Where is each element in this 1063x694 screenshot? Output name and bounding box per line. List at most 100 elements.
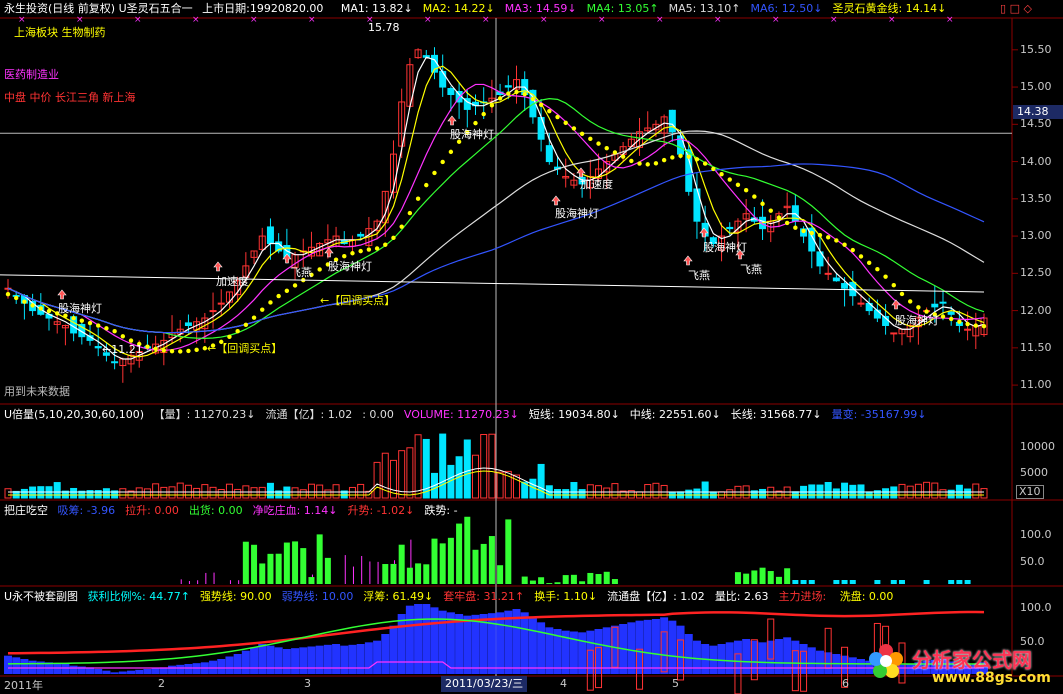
- golden-line-dot: [776, 215, 782, 220]
- volume-bar: [283, 486, 291, 499]
- profit-bar: [397, 614, 406, 674]
- ma-value-1: MA2: 14.22↓: [422, 2, 495, 15]
- candle-body: [947, 311, 955, 315]
- volume-bar: [406, 447, 414, 499]
- candle-body: [439, 70, 447, 88]
- control-bar: [292, 541, 299, 584]
- profit-bar: [364, 642, 373, 674]
- listing-date: 19920820.00: [249, 2, 324, 15]
- x-axis-label: 2011年: [4, 679, 43, 692]
- window-controls[interactable]: ▯ □ ◇: [1000, 2, 1032, 15]
- control-bar: [423, 564, 430, 584]
- ma-value-5: MA6: 12.50↓: [750, 2, 823, 15]
- watermark-name: 分析家公式网: [912, 648, 1032, 672]
- volume-bar: [373, 461, 381, 499]
- mini-chart-icon[interactable]: ▯: [1000, 2, 1006, 15]
- control-bar: [267, 553, 274, 584]
- candle-body: [857, 302, 865, 305]
- control-bar: [546, 583, 553, 584]
- sector-tag-1: 上海板块 生物制药: [14, 26, 106, 39]
- control-panel-values: 吸筹: -3.96 拉升: 0.00 出货: 0.00 净吃庄血: 1.14↓ 升势: …: [58, 504, 468, 517]
- control-bar: [751, 570, 758, 584]
- volume-value-7: 量变: -35167.99↓: [831, 408, 927, 421]
- candle-body: [357, 233, 365, 237]
- candle-body: [832, 277, 840, 282]
- candle-body: [939, 301, 947, 304]
- sector-tag-3: 中盘 中价 长江三角 新上海: [4, 91, 136, 104]
- profit-bar: [307, 646, 316, 674]
- volume-bar: [439, 433, 447, 499]
- control-bar: [538, 577, 545, 584]
- ma-value-0: MA1: 13.82↓: [340, 2, 413, 15]
- volume-bar: [578, 489, 586, 499]
- control-value-4: 升势: -1.02↓: [347, 504, 415, 517]
- golden-line-dot: [407, 210, 413, 216]
- golden-line-dot: [620, 154, 626, 159]
- signal-label: 股海神灯: [895, 314, 939, 327]
- sub-value-8: 主力进场:: [778, 590, 830, 603]
- golden-line-dot: [178, 349, 183, 354]
- volume-bar: [225, 483, 233, 499]
- golden-line-dot: [743, 187, 749, 193]
- candle-body: [668, 109, 676, 133]
- golden-line-dot: [940, 314, 946, 319]
- volume-bar: [701, 481, 709, 499]
- volume-bar: [857, 484, 865, 499]
- golden-line-dot: [87, 320, 93, 326]
- sub-panel-title: U永不被套副图: [4, 590, 79, 603]
- control-bar: [792, 580, 799, 584]
- candle-body: [447, 88, 455, 96]
- profit-bar: [225, 656, 234, 674]
- volume-bar: [964, 488, 972, 499]
- signal-arrow-icon: [891, 299, 901, 310]
- golden-line-dot: [858, 254, 864, 259]
- volume-bar: [4, 488, 12, 499]
- control-bar: [595, 574, 602, 584]
- golden-line-dot: [711, 166, 716, 172]
- volume-bar: [234, 488, 242, 499]
- control-bar: [570, 574, 577, 584]
- volume-bar: [143, 488, 151, 499]
- golden-line-dot: [817, 232, 823, 238]
- volume-bar: [193, 487, 201, 499]
- candle-body: [209, 310, 217, 313]
- golden-line-dot: [825, 235, 831, 240]
- golden-line-dot: [670, 155, 675, 160]
- volume-bar: [160, 486, 168, 499]
- listing-label: 上市日期:: [202, 2, 250, 15]
- profit-bar: [627, 622, 636, 674]
- maximize-icon[interactable]: □: [1010, 2, 1020, 15]
- control-bar: [390, 563, 397, 584]
- golden-line-dot: [481, 111, 486, 117]
- volume-bar: [832, 488, 840, 499]
- signal-arrow-icon: [447, 115, 457, 126]
- x-axis-label: 2: [158, 677, 165, 690]
- control-bar: [579, 581, 586, 584]
- ma-value-4: MA5: 13.10↑: [668, 2, 741, 15]
- profit-bar: [668, 620, 677, 674]
- volume-value-5: 中线: 22551.60↓: [629, 408, 721, 421]
- golden-line-dot: [538, 102, 544, 107]
- profit-bar: [299, 647, 308, 674]
- profit-bar: [233, 654, 242, 674]
- volume-bar: [562, 489, 570, 499]
- control-bar: [898, 580, 905, 584]
- golden-line-dot: [842, 242, 847, 247]
- profit-bar: [414, 604, 423, 674]
- volume-bar: [357, 483, 365, 499]
- buy-point-label: ←【回调买点】: [320, 294, 396, 307]
- profit-bar: [340, 645, 349, 674]
- golden-line-dot: [735, 182, 741, 188]
- golden-line-dot: [784, 220, 790, 226]
- golden-line-dot: [973, 323, 978, 328]
- golden-line-dot: [588, 136, 593, 142]
- restore-icon[interactable]: ◇: [1023, 2, 1031, 15]
- golden-line-dot: [678, 153, 683, 159]
- golden-line-dot: [424, 182, 429, 188]
- control-bar: [464, 516, 471, 584]
- profit-bar: [422, 604, 431, 674]
- golden-line-dot: [547, 108, 552, 114]
- profit-bar: [537, 622, 546, 674]
- volume-bar: [972, 483, 980, 499]
- profit-bar: [323, 644, 332, 674]
